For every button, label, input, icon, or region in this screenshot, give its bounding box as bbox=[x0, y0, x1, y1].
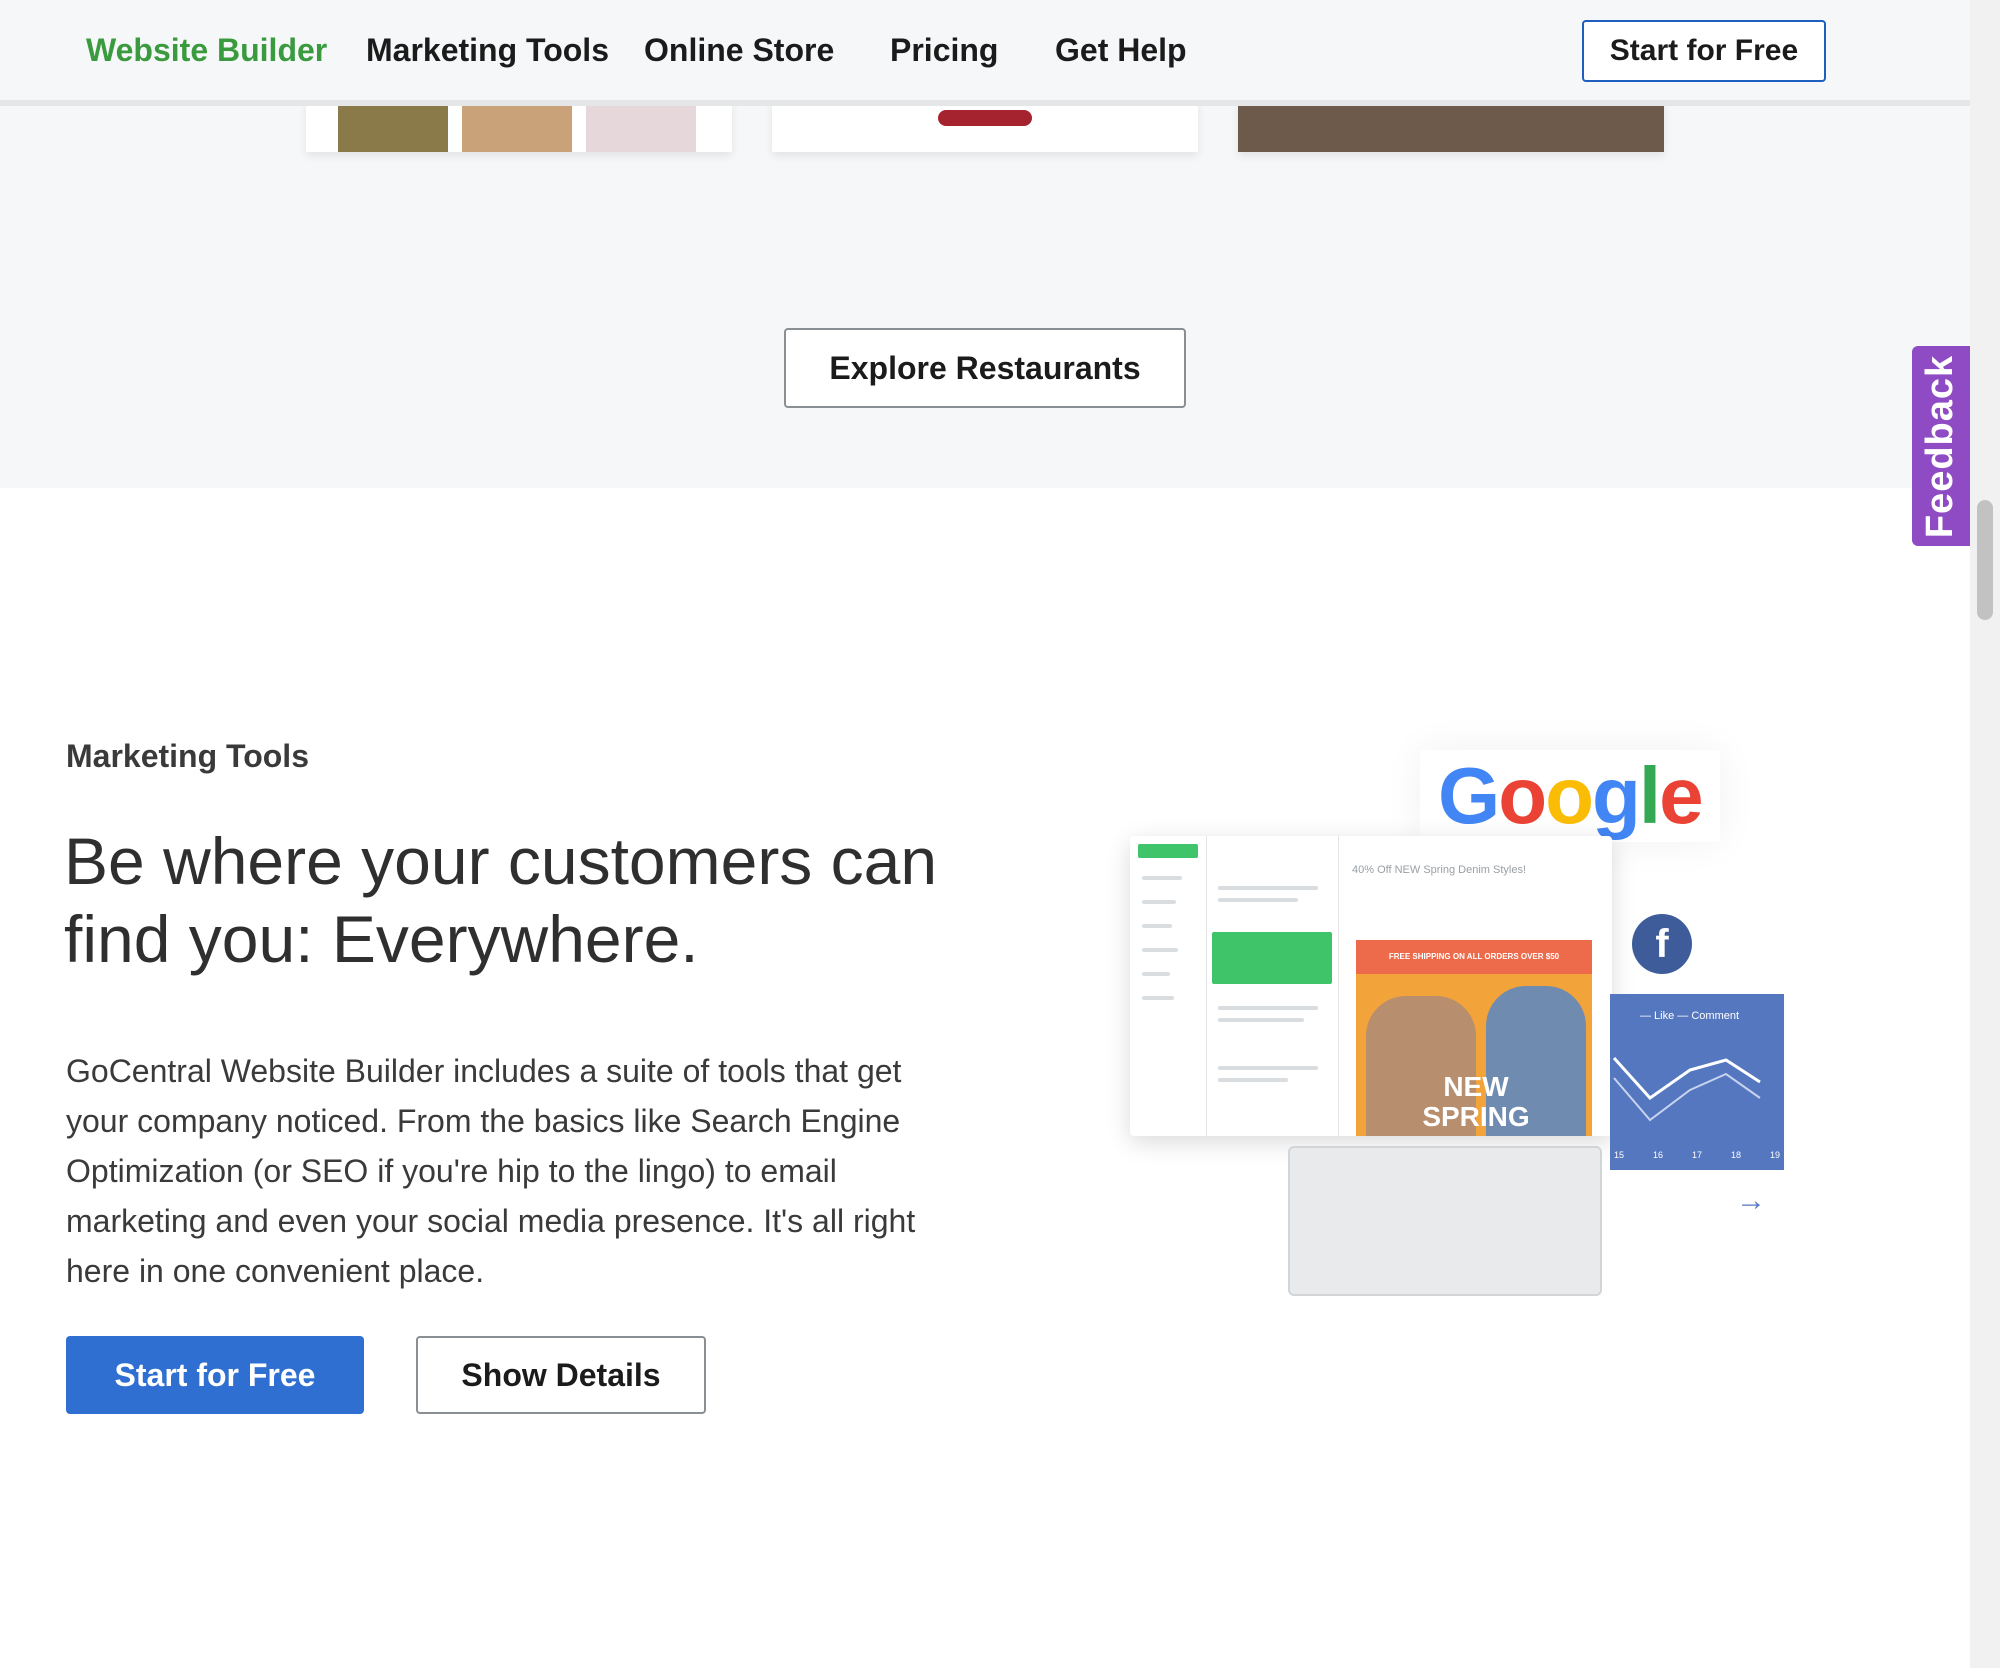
email-subject: 40% Off NEW Spring Denim Styles! bbox=[1352, 864, 1527, 876]
google-logo: Google bbox=[1420, 750, 1720, 842]
section-eyebrow: Marketing Tools bbox=[66, 738, 309, 774]
nav-pricing[interactable]: Pricing bbox=[890, 32, 998, 69]
nav-marketing-tools[interactable]: Marketing Tools bbox=[366, 32, 609, 69]
nav-website-builder[interactable]: Website Builder bbox=[86, 32, 327, 69]
top-nav: Website Builder Marketing Tools Online S… bbox=[0, 0, 1970, 106]
compose-button bbox=[1138, 844, 1198, 858]
arrow-right-icon: → bbox=[1736, 1184, 1766, 1217]
show-details-button[interactable]: Show Details bbox=[416, 1336, 706, 1414]
scrollbar[interactable] bbox=[1970, 0, 2000, 1668]
stats-axis: 15 16 17 18 19 bbox=[1614, 1150, 1780, 1160]
restaurant-template-card[interactable] bbox=[306, 100, 732, 152]
coffee-thumbnail bbox=[462, 100, 572, 152]
email-sidebar bbox=[1130, 836, 1207, 1136]
email-mockup: 40% Off NEW Spring Denim Styles! FREE SH… bbox=[1130, 836, 1612, 1136]
promo-headline: NEW SPRING bbox=[1422, 1071, 1530, 1132]
email-list bbox=[1208, 836, 1339, 1136]
social-stats-chart: — Like — Comment 15 16 17 18 19 bbox=[1610, 994, 1784, 1170]
nav-online-store[interactable]: Online Store bbox=[644, 32, 834, 69]
promo-image: FREE SHIPPING ON ALL ORDERS OVER $50 NEW… bbox=[1356, 940, 1592, 1136]
scrollbar-thumb[interactable] bbox=[1977, 500, 1993, 620]
start-for-free-button[interactable]: Start for Free bbox=[66, 1336, 364, 1414]
feedback-label: Feedback bbox=[1919, 354, 1962, 538]
reservations-pill bbox=[938, 110, 1032, 126]
facebook-icon: f bbox=[1632, 914, 1692, 974]
nav-start-for-free-button[interactable]: Start for Free bbox=[1582, 20, 1826, 82]
selected-email bbox=[1212, 932, 1332, 984]
section-headline: Be where your customers can find you: Ev… bbox=[64, 824, 938, 976]
keyboard-image bbox=[1288, 1146, 1602, 1296]
restaurants-section: Explore Restaurants bbox=[0, 100, 1970, 488]
marketing-illustration: Google 40% Off NEW Spring Denim Styles! … bbox=[1110, 750, 1810, 1310]
nav-get-help[interactable]: Get Help bbox=[1055, 32, 1187, 69]
stats-lines bbox=[1612, 1056, 1761, 1122]
explore-restaurants-button[interactable]: Explore Restaurants bbox=[784, 328, 1186, 408]
restaurant-template-card[interactable] bbox=[1238, 100, 1664, 152]
drink-thumbnail bbox=[586, 100, 696, 152]
restaurant-template-card[interactable] bbox=[772, 100, 1198, 152]
promo-banner: FREE SHIPPING ON ALL ORDERS OVER $50 bbox=[1356, 940, 1592, 974]
feedback-tab[interactable]: Feedback bbox=[1912, 346, 1970, 546]
section-body: GoCentral Website Builder includes a sui… bbox=[66, 1053, 916, 1289]
food-thumbnail bbox=[338, 100, 448, 152]
